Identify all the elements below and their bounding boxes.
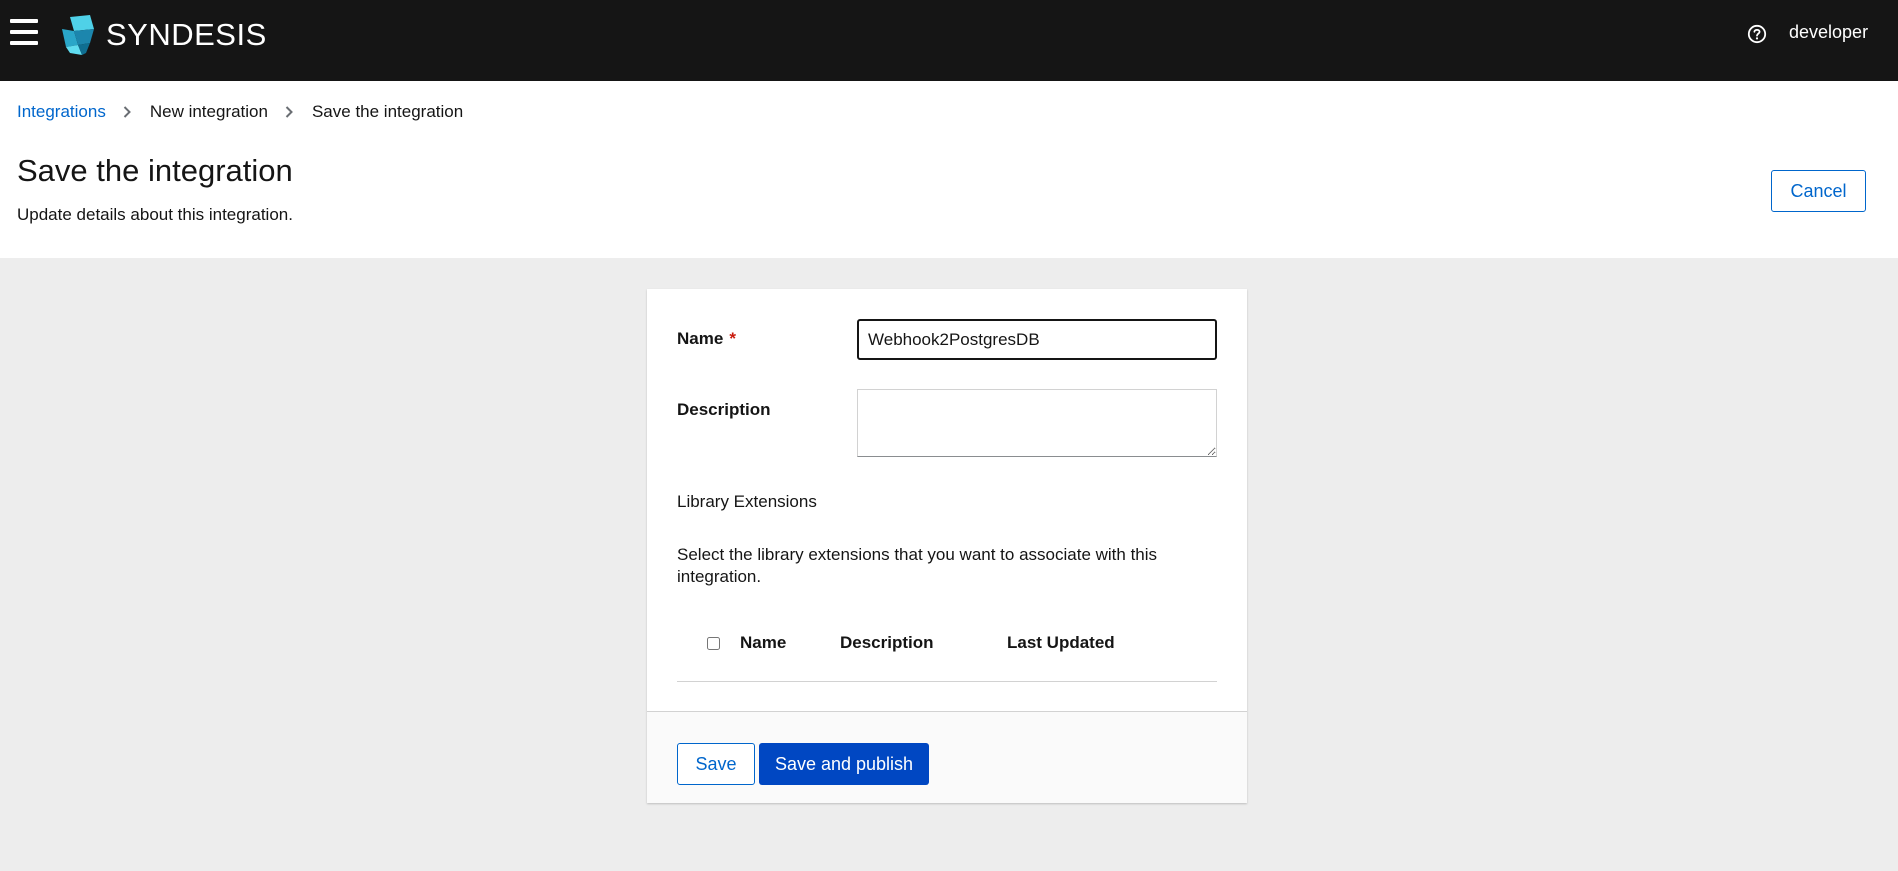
description-textarea[interactable] bbox=[857, 389, 1217, 457]
chevron-right-icon bbox=[123, 106, 131, 118]
column-description[interactable]: Description bbox=[840, 633, 934, 653]
column-name[interactable]: Name bbox=[740, 633, 786, 653]
breadcrumb: Integrations New integration Save the in… bbox=[17, 102, 463, 122]
page-header: Integrations New integration Save the in… bbox=[0, 81, 1898, 258]
brand-name: SYNDESIS bbox=[106, 17, 267, 52]
brand[interactable]: SYNDESIS bbox=[60, 15, 267, 55]
cancel-button[interactable]: Cancel bbox=[1771, 170, 1866, 212]
card-footer: Save Save and publish bbox=[647, 711, 1247, 803]
breadcrumb-current: Save the integration bbox=[311, 102, 464, 121]
save-button[interactable]: Save bbox=[677, 743, 755, 785]
required-marker: * bbox=[729, 329, 736, 348]
description-label: Description bbox=[677, 400, 771, 419]
library-extensions-heading: Library Extensions bbox=[677, 492, 817, 511]
syndesis-logo-icon bbox=[62, 15, 94, 55]
hamburger-icon[interactable] bbox=[10, 19, 38, 45]
masthead: SYNDESIS developer bbox=[0, 0, 1898, 81]
page-description: Update details about this integration. bbox=[17, 205, 293, 224]
breadcrumb-integrations[interactable]: Integrations bbox=[17, 102, 106, 122]
chevron-right-icon bbox=[285, 106, 293, 118]
name-label: Name * bbox=[677, 329, 736, 348]
integration-form-card: Name* Description Library Extensions Sel… bbox=[647, 289, 1247, 803]
column-last-updated[interactable]: Last Updated bbox=[1007, 633, 1115, 653]
page-title: Save the integration bbox=[17, 153, 293, 188]
breadcrumb-new-integration: New integration bbox=[149, 102, 268, 121]
extensions-table-header: Name Description Last Updated bbox=[677, 633, 1217, 682]
name-input[interactable] bbox=[857, 319, 1217, 360]
library-extensions-help: Select the library extensions that you w… bbox=[677, 545, 1158, 586]
save-and-publish-button[interactable]: Save and publish bbox=[759, 743, 929, 785]
select-all-checkbox[interactable] bbox=[707, 637, 720, 650]
user-menu[interactable]: developer bbox=[1789, 22, 1868, 43]
help-circle-icon[interactable] bbox=[1747, 24, 1767, 44]
